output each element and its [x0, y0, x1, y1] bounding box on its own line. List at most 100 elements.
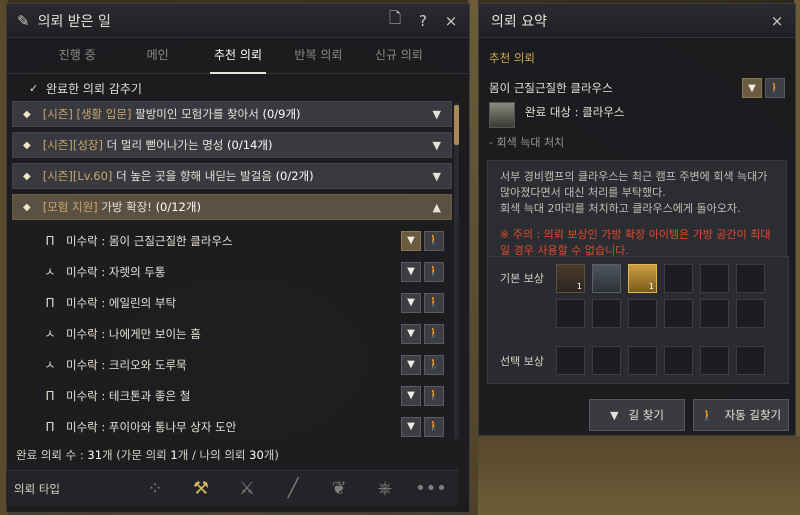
- quest-row[interactable]: ㅅ 미수락 : 자렛의 두통 ▼ 🚶: [12, 256, 452, 287]
- find-path-button[interactable]: ▼: [401, 385, 421, 406]
- quest-row[interactable]: Π 미수락 : 에일린의 부탁 ▼ 🚶: [12, 287, 452, 318]
- hide-completed-checkbox[interactable]: ✓: [29, 83, 40, 94]
- auto-path-button[interactable]: 🚶: [765, 78, 785, 98]
- hide-completed-toggle[interactable]: ✓ 완료한 의뢰 감추기: [7, 74, 469, 102]
- auto-path-button[interactable]: 🚶: [424, 292, 444, 313]
- category-name: 더 멀리 뻗어나가는 명성: [106, 138, 224, 152]
- find-path-main-button[interactable]: ▼ 길 찾기: [589, 399, 685, 431]
- memo-icon[interactable]: 🗋: [387, 8, 403, 33]
- reward-slot-scroll[interactable]: [592, 264, 621, 293]
- close-icon[interactable]: ×: [443, 12, 459, 30]
- diamond-icon: ◆: [23, 170, 31, 182]
- tab-main[interactable]: 메인: [117, 46, 197, 73]
- reward-slot-empty: [736, 264, 765, 293]
- quest-label: 미수락 : 에일린의 부탁: [66, 295, 177, 310]
- gathering-type-icon[interactable]: ╱: [270, 478, 316, 499]
- find-path-button[interactable]: ▼: [742, 78, 762, 98]
- quest-description-box: 서부 경비캠프의 클라우스는 최근 캠프 주변에 회색 늑대가 많아졌다면서 대…: [487, 160, 787, 268]
- diamond-icon: ◆: [23, 201, 31, 213]
- completed-count-middle: 개 (가문 의뢰: [102, 448, 171, 462]
- summary-quest-name: 몸이 근질근질한 클라우스: [489, 81, 613, 95]
- help-button[interactable]: ?: [415, 12, 431, 30]
- quest-summary-window: 의뢰 요약 × 추천 의뢰 몸이 근질근질한 클라우스 ▼ 🚶 완료 대상 : …: [478, 3, 796, 436]
- trade-type-icon[interactable]: ⎈: [362, 478, 408, 499]
- hide-completed-label: 완료한 의뢰 감추기: [46, 81, 142, 96]
- chevron-up-icon[interactable]: ▲: [433, 201, 441, 214]
- tab-in-progress[interactable]: 진행 중: [37, 46, 117, 73]
- diamond-icon: ◆: [23, 139, 31, 151]
- npc-target-row: 완료 대상 : 클라우스: [479, 98, 795, 130]
- quest-row[interactable]: Π 미수락 : 푸이아와 통나무 상자 도안 ▼ 🚶: [12, 411, 452, 441]
- category-count: (0/12개): [155, 200, 201, 214]
- tab-recommended[interactable]: 추천 의뢰: [198, 46, 278, 74]
- reward-slot-bag-expansion[interactable]: 1: [556, 264, 585, 293]
- quest-row[interactable]: Π 미수락 : 테크톤과 좋은 철 ▼ 🚶: [12, 380, 452, 411]
- quest-label: 미수락 : 몸이 근질근질한 클라우스: [66, 233, 233, 248]
- auto-path-button[interactable]: 🚶: [424, 230, 444, 251]
- find-path-button[interactable]: ▼: [401, 323, 421, 344]
- quest-row[interactable]: ㅅ 미수락 : 나에게만 보이는 흠 ▼ 🚶: [12, 318, 452, 349]
- quest-objective: - 회색 늑대 처치: [489, 136, 565, 149]
- quest-list: ◆ [시즌] [생활 입문] 팔방미인 모험가를 찾아서 (0/9개) ▼ ◆ …: [12, 101, 452, 441]
- chevron-down-icon[interactable]: ▼: [433, 139, 441, 152]
- summary-section-title: 추천 의뢰: [489, 51, 535, 65]
- category-row[interactable]: ◆ [시즌][Lv.60] 더 높은 곳을 향해 내딛는 발걸음 (0/2개) …: [12, 163, 452, 189]
- all-types-icon[interactable]: ⁘: [132, 478, 178, 499]
- find-path-button[interactable]: ▼: [401, 354, 421, 375]
- auto-path-main-button[interactable]: 🚶 자동 길찾기: [693, 399, 789, 431]
- reward-slot-empty: [628, 299, 657, 328]
- quest-tabs: 진행 중 메인 추천 의뢰 반복 의뢰 신규 의뢰: [7, 38, 469, 74]
- choice-slot-empty: [736, 346, 765, 375]
- auto-path-button[interactable]: 🚶: [424, 416, 444, 437]
- find-path-button[interactable]: ▼: [401, 292, 421, 313]
- chevron-down-icon[interactable]: ▼: [433, 108, 441, 121]
- category-prefix: [시즌] [생활 입문]: [42, 107, 136, 121]
- adventure-type-icon[interactable]: ⚒: [178, 478, 224, 499]
- category-prefix: [시즌][성장]: [42, 138, 107, 152]
- summary-titlebar[interactable]: 의뢰 요약 ×: [479, 4, 795, 38]
- completed-total: 31: [87, 448, 103, 462]
- my-quest-count: 30: [249, 448, 264, 462]
- quest-label: 미수락 : 테크톤과 좋은 철: [66, 388, 191, 403]
- auto-path-button[interactable]: 🚶: [424, 354, 444, 375]
- combat-type-icon[interactable]: ⚔: [224, 478, 270, 499]
- find-path-button[interactable]: ▼: [401, 261, 421, 282]
- find-path-label: 길 찾기: [628, 408, 664, 422]
- quest-label: 미수락 : 푸이아와 통나무 상자 도안: [66, 419, 237, 434]
- choice-slot-empty: [664, 346, 693, 375]
- fishing-type-icon[interactable]: ❦: [316, 478, 362, 499]
- chevron-down-icon[interactable]: ▼: [433, 170, 441, 183]
- quest-window-titlebar[interactable]: ✎ 의뢰 받은 일 🗋 ? ×: [7, 4, 469, 38]
- quest-label: 미수락 : 크리오와 도루묵: [66, 357, 187, 372]
- auto-path-button[interactable]: 🚶: [424, 323, 444, 344]
- quest-list-scrollbar[interactable]: [454, 103, 459, 439]
- scrollbar-thumb[interactable]: [454, 105, 459, 145]
- quest-type-label: 의뢰 타입: [14, 481, 60, 496]
- scroll-pen-icon: ✎: [17, 11, 30, 30]
- quest-description: 서부 경비캠프의 클라우스는 최근 캠프 주변에 회색 늑대가 많아졌다면서 대…: [500, 170, 768, 215]
- find-path-button[interactable]: ▼: [401, 416, 421, 437]
- auto-path-button[interactable]: 🚶: [424, 385, 444, 406]
- pickaxe-icon: ㅅ: [44, 327, 56, 341]
- reward-slot-empty: [664, 299, 693, 328]
- completed-count-middle2: 개 / 나의 의뢰: [177, 448, 250, 462]
- quest-pillar-icon: Π: [45, 295, 55, 310]
- choice-reward-label: 선택 보상: [500, 355, 544, 368]
- category-row-expanded[interactable]: ◆ [모험 지원] 가방 확장! (0/12개) ▲: [12, 194, 452, 220]
- reward-slot-empty: [664, 264, 693, 293]
- category-row[interactable]: ◆ [시즌][성장] 더 멀리 뻗어나가는 명성 (0/14개) ▼: [12, 132, 452, 158]
- auto-path-button[interactable]: 🚶: [424, 261, 444, 282]
- reward-qty: 1: [648, 282, 654, 291]
- reward-slot-gold-bar[interactable]: 1: [628, 264, 657, 293]
- tab-repeat[interactable]: 반복 의뢰: [278, 46, 358, 73]
- tab-new[interactable]: 신규 의뢰: [359, 46, 439, 73]
- reward-slot-empty: [700, 299, 729, 328]
- reward-slot-empty: [736, 299, 765, 328]
- auto-path-label: 자동 길찾기: [724, 408, 782, 422]
- quest-row[interactable]: ㅅ 미수락 : 크리오와 도루묵 ▼ 🚶: [12, 349, 452, 380]
- close-icon[interactable]: ×: [769, 12, 785, 30]
- quest-row[interactable]: Π 미수락 : 몸이 근질근질한 클라우스 ▼ 🚶: [12, 225, 452, 256]
- more-types-icon[interactable]: •••: [408, 478, 454, 499]
- find-path-button[interactable]: ▼: [401, 230, 421, 251]
- category-row[interactable]: ◆ [시즌] [생활 입문] 팔방미인 모험가를 찾아서 (0/9개) ▼: [12, 101, 452, 127]
